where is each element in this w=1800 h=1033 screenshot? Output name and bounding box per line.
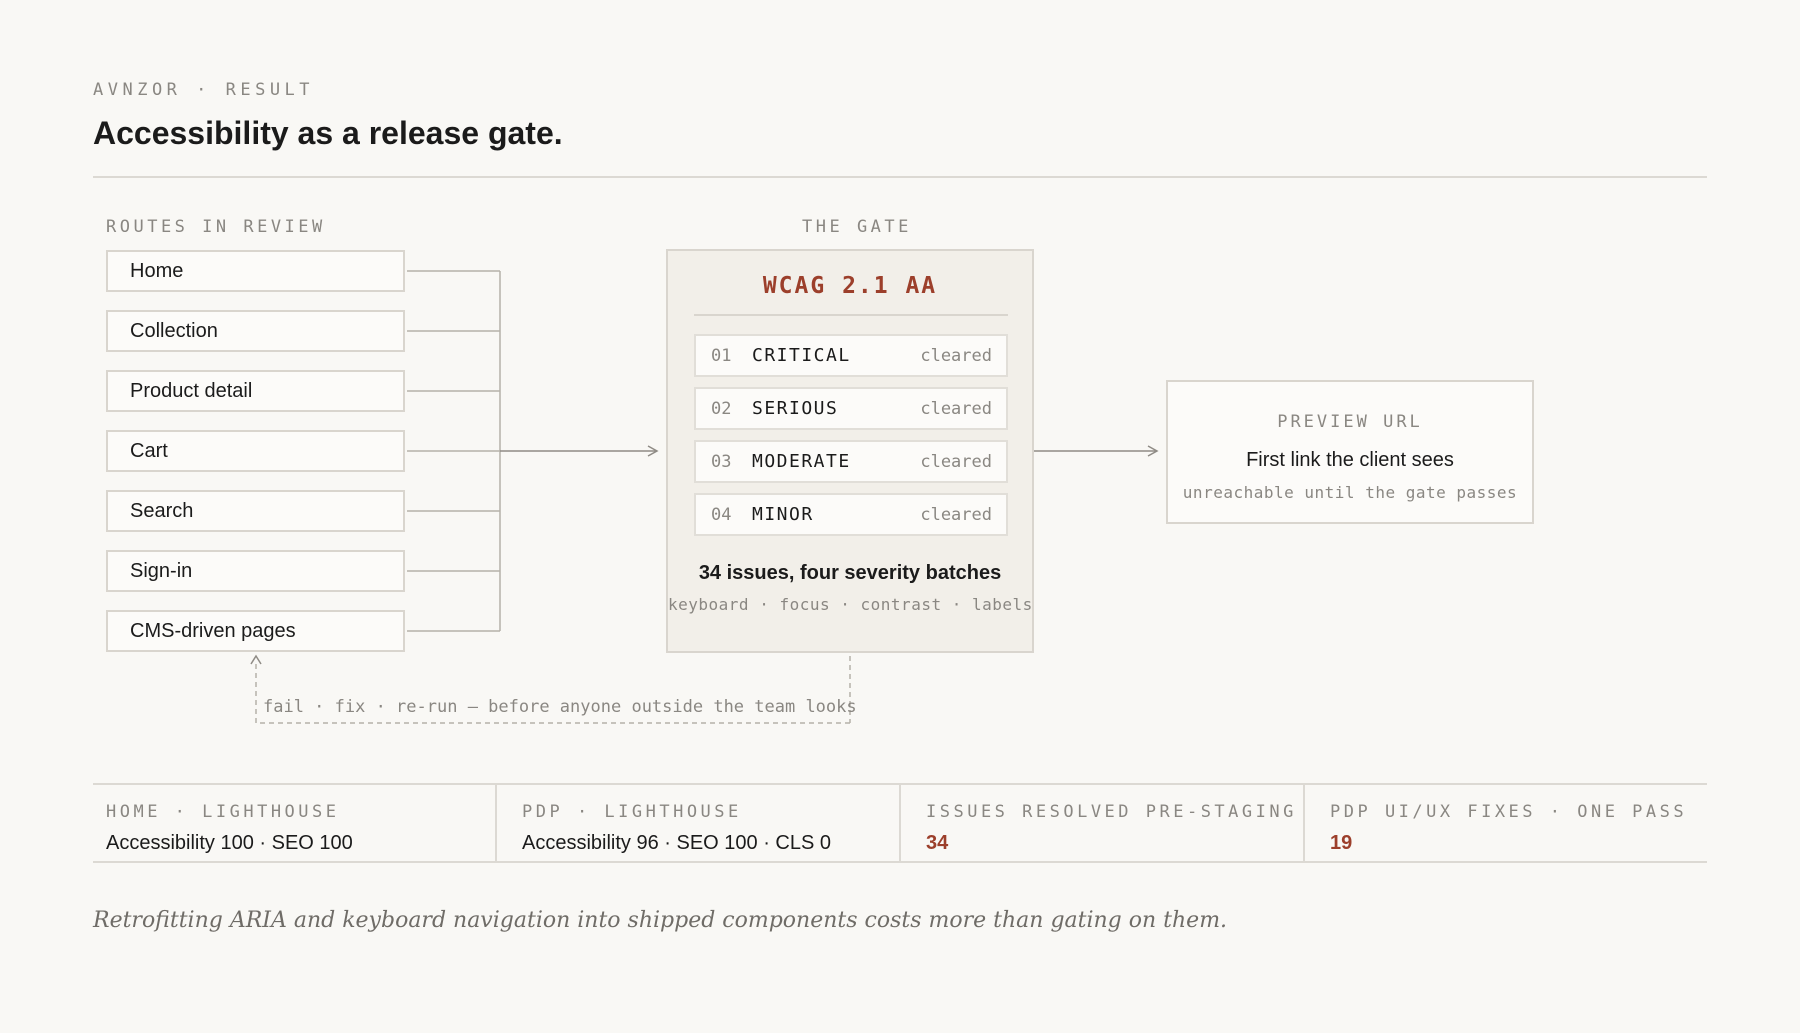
metric-value: 34 — [926, 832, 949, 854]
gate-tags: keyboard · focus · contrast · labels — [668, 595, 1033, 614]
metric-label: PDP · LIGHTHOUSE — [522, 802, 742, 822]
severity-number: 01 — [711, 346, 732, 366]
metric-label: PDP UI/UX FIXES · ONE PASS — [1330, 802, 1688, 822]
feedback-loop-label: fail · fix · re-run — before anyone outs… — [263, 697, 857, 717]
route-product-detail: Product detail — [106, 370, 405, 412]
metric-label: ISSUES RESOLVED PRE-STAGING — [926, 802, 1297, 822]
severity-batch-serious: 02 SERIOUS cleared — [694, 387, 1008, 430]
metric-value: Accessibility 100 · SEO 100 — [106, 832, 353, 854]
preview-text: First link the client sees — [1246, 449, 1454, 471]
metric-issues-resolved: ISSUES RESOLVED PRE-STAGING 34 — [899, 785, 1303, 861]
severity-number: 04 — [711, 505, 732, 525]
gate-summary: 34 issues, four severity batches — [698, 562, 1002, 584]
severity-number: 03 — [711, 452, 732, 472]
severity-name: MINOR — [752, 504, 814, 525]
severity-name: SERIOUS — [752, 398, 839, 419]
severity-status: cleared — [920, 452, 992, 472]
route-collection: Collection — [106, 310, 405, 352]
route-home: Home — [106, 250, 405, 292]
footnote: Retrofitting ARIA and keyboard navigatio… — [93, 908, 1228, 933]
route-search: Search — [106, 490, 405, 532]
severity-batch-minor: 04 MINOR cleared — [694, 493, 1008, 536]
preview-label: PREVIEW URL — [1277, 412, 1423, 432]
metric-pdp-fixes: PDP UI/UX FIXES · ONE PASS 19 — [1303, 785, 1707, 861]
severity-batch-moderate: 03 MODERATE cleared — [694, 440, 1008, 483]
preview-subtext: unreachable until the gate passes — [1182, 483, 1518, 502]
route-cms-driven-pages: CMS-driven pages — [106, 610, 405, 652]
routes-label: ROUTES IN REVIEW — [106, 217, 326, 237]
gate-standard: WCAG 2.1 AA — [762, 273, 938, 299]
metric-value: 19 — [1330, 832, 1353, 854]
severity-name: MODERATE — [752, 451, 851, 472]
severity-name: CRITICAL — [752, 345, 851, 366]
route-sign-in: Sign-in — [106, 550, 405, 592]
severity-batch-critical: 01 CRITICAL cleared — [694, 334, 1008, 377]
metric-pdp-lighthouse: PDP · LIGHTHOUSE Accessibility 96 · SEO … — [495, 785, 899, 861]
route-cart: Cart — [106, 430, 405, 472]
loop-arrowhead — [250, 654, 262, 665]
gate-divider — [694, 314, 1008, 316]
severity-number: 02 — [711, 399, 732, 419]
severity-status: cleared — [920, 505, 992, 525]
metric-home-lighthouse: HOME · LIGHTHOUSE Accessibility 100 · SE… — [93, 785, 495, 861]
severity-status: cleared — [920, 346, 992, 366]
metric-label: HOME · LIGHTHOUSE — [106, 802, 340, 822]
preview-url-box: PREVIEW URL First link the client sees u… — [1166, 380, 1534, 524]
gate-box: WCAG 2.1 AA 01 CRITICAL cleared 02 SERIO… — [666, 249, 1034, 653]
metric-value: Accessibility 96 · SEO 100 · CLS 0 — [522, 832, 832, 854]
metrics-strip: HOME · LIGHTHOUSE Accessibility 100 · SE… — [93, 783, 1707, 863]
severity-status: cleared — [920, 399, 992, 419]
gate-label: THE GATE — [802, 217, 912, 237]
